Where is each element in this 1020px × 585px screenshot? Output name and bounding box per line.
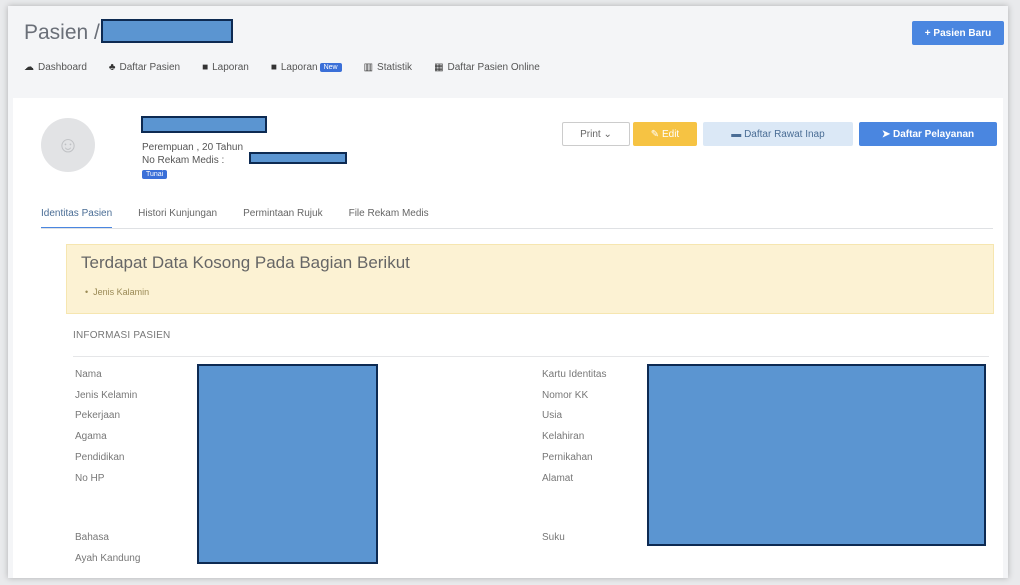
- label-nama: Nama: [75, 369, 102, 380]
- empty-data-alert: Terdapat Data Kosong Pada Bagian Berikut…: [66, 244, 994, 314]
- bed-icon: ▬: [731, 128, 745, 140]
- redacted-name: [141, 116, 267, 133]
- nav-item-label: Daftar Pasien Online: [447, 61, 540, 73]
- rawat-inap-button[interactable]: ▬ Daftar Rawat Inap: [703, 122, 853, 146]
- avatar: ☺: [41, 118, 95, 172]
- tab-file-rekam-medis[interactable]: File Rekam Medis: [349, 208, 429, 229]
- label-kartu-identitas: Kartu Identitas: [542, 369, 607, 380]
- smiley-icon: ☺: [56, 132, 80, 157]
- label-no-hp: No HP: [75, 473, 105, 484]
- pelayanan-label: Daftar Pelayanan: [893, 128, 975, 140]
- alert-title: Terdapat Data Kosong Pada Bagian Berikut: [81, 253, 410, 272]
- edit-button[interactable]: ✎ Edit: [633, 122, 697, 146]
- nav-item-label: Dashboard: [38, 61, 87, 73]
- alert-item-text: Jenis Kalamin: [93, 287, 150, 297]
- pencil-icon: ✎: [650, 128, 662, 140]
- tab-identitas-pasien[interactable]: Identitas Pasien: [41, 208, 113, 229]
- section-divider: [73, 356, 989, 357]
- pelayanan-button[interactable]: ➤ Daftar Pelayanan: [859, 122, 997, 146]
- new-badge: New: [319, 62, 342, 72]
- rawat-inap-label: Daftar Rawat Inap: [744, 128, 825, 140]
- send-icon: ➤: [881, 128, 893, 140]
- nav-item-statistik[interactable]: ▥ Statistik: [364, 62, 412, 73]
- new-patient-button[interactable]: + Pasien Baru: [912, 21, 1004, 45]
- edit-label: Edit: [661, 128, 680, 140]
- label-alamat: Alamat: [542, 473, 574, 484]
- nav-item-laporan-new[interactable]: ■ Laporan New: [271, 62, 342, 73]
- report-icon: ■: [202, 61, 209, 73]
- chart-icon: ▥: [363, 61, 374, 73]
- alert-item: • Jenis Kalamin: [85, 287, 150, 297]
- gender-age: Perempuan , 20 Tahun: [142, 142, 244, 153]
- payment-badge: Tunai: [142, 170, 168, 179]
- tab-divider: [41, 228, 993, 229]
- label-pekerjaan: Pekerjaan: [75, 410, 121, 421]
- label-jenis-kelamin: Jenis Kelamin: [75, 390, 138, 401]
- page-header: Pasien / + Pasien Baru ☁ Dashboard ♣ Daf…: [8, 6, 1008, 92]
- nav-item-label: Laporan: [212, 61, 249, 73]
- page-title: Pasien /: [24, 21, 100, 44]
- medical-record-label: No Rekam Medis :: [142, 155, 225, 166]
- nav-item-label: Laporan: [280, 61, 318, 73]
- nav-item-daftar-pasien[interactable]: ♣ Daftar Pasien: [109, 62, 180, 73]
- label-bahasa: Bahasa: [75, 532, 109, 543]
- dashboard-icon: ☁: [24, 61, 34, 73]
- report-icon: ■: [270, 61, 277, 73]
- section-title: INFORMASI PASIEN: [73, 330, 171, 341]
- label-pendidikan: Pendidikan: [75, 452, 125, 463]
- users-icon: ♣: [108, 61, 116, 73]
- list-icon: ▦: [434, 61, 444, 73]
- print-button[interactable]: Print ⌄: [562, 122, 630, 146]
- label-agama: Agama: [75, 431, 107, 442]
- label-usia: Usia: [542, 410, 563, 421]
- label-nomor-kk: Nomor KK: [542, 390, 589, 401]
- top-nav: ☁ Dashboard ♣ Daftar Pasien ■ Laporan ■ …: [24, 58, 562, 76]
- label-pernikahan: Pernikahan: [542, 452, 593, 463]
- nav-item-dashboard[interactable]: ☁ Dashboard: [24, 62, 87, 73]
- redacted-right-values: [647, 364, 986, 546]
- nav-item-daftar-pasien-online[interactable]: ▦ Daftar Pasien Online: [434, 62, 540, 73]
- label-ayah-kandung: Ayah Kandung: [75, 553, 141, 564]
- tab-histori-kunjungan[interactable]: Histori Kunjungan: [138, 208, 217, 229]
- redacted-patient-name: [101, 19, 233, 43]
- label-suku: Suku: [542, 532, 565, 543]
- patient-card: ☺ Perempuan , 20 Tahun No Rekam Medis : …: [13, 98, 1003, 578]
- redacted-left-values: [197, 364, 378, 564]
- redacted-medical-record: [249, 152, 347, 164]
- nav-item-label: Statistik: [377, 61, 413, 73]
- tab-permintaan-rujuk[interactable]: Permintaan Rujuk: [243, 208, 322, 229]
- tab-bar: Identitas Pasien Histori Kunjungan Permi…: [41, 208, 455, 229]
- nav-item-label: Daftar Pasien: [119, 61, 181, 73]
- label-kelahiran: Kelahiran: [542, 431, 585, 442]
- nav-item-laporan[interactable]: ■ Laporan: [202, 62, 249, 73]
- app-window: Pasien / + Pasien Baru ☁ Dashboard ♣ Daf…: [8, 6, 1008, 578]
